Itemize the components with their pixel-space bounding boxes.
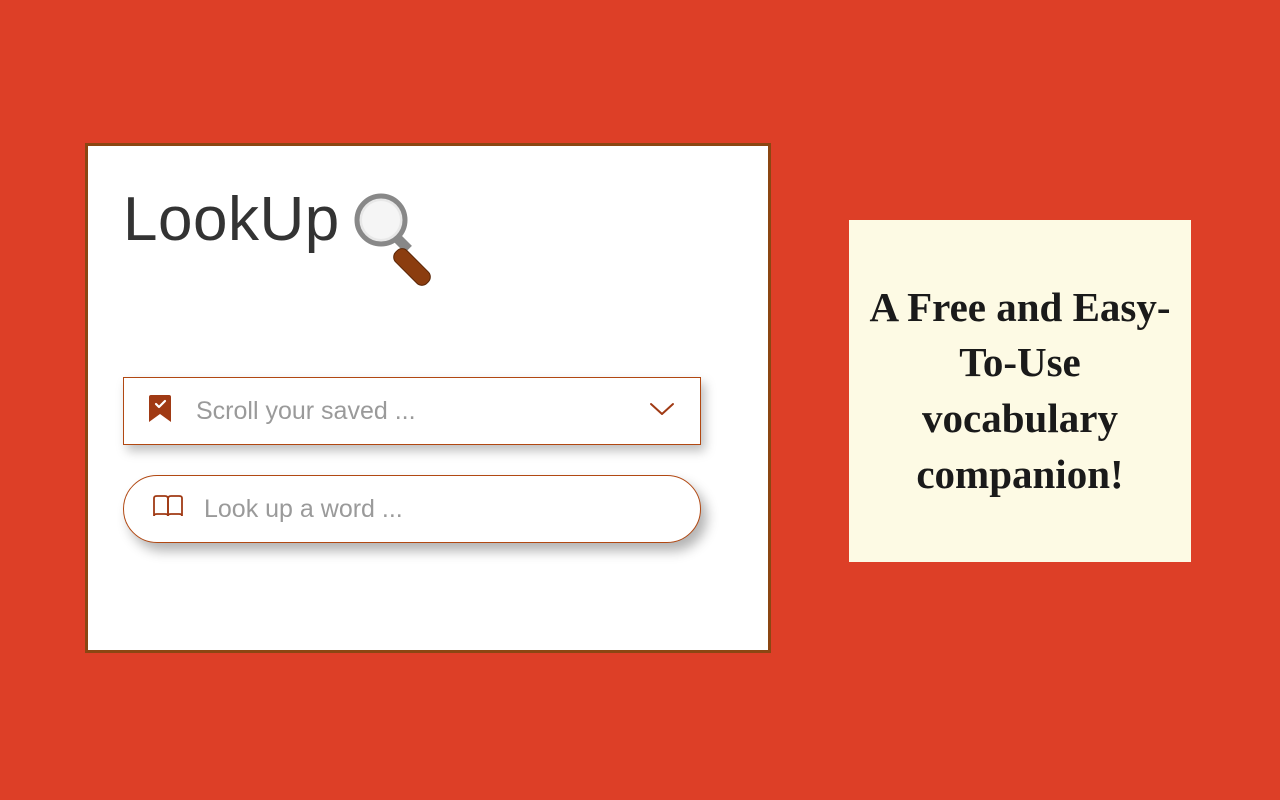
logo-row: LookUp: [123, 184, 733, 305]
app-card: LookUp Scroll your saved ...: [85, 143, 771, 653]
chevron-down-icon: [648, 400, 676, 423]
search-input[interactable]: [204, 495, 672, 524]
dropdown-placeholder: Scroll your saved ...: [196, 397, 648, 426]
saved-words-dropdown[interactable]: Scroll your saved ...: [123, 377, 701, 445]
app-title: LookUp: [123, 184, 340, 255]
promo-text: A Free and Easy-To-Use vocabulary compan…: [869, 280, 1171, 503]
search-input-container[interactable]: [123, 475, 701, 543]
promo-box: A Free and Easy-To-Use vocabulary compan…: [849, 220, 1191, 562]
magnifying-glass-icon: [344, 190, 444, 305]
bookmark-icon: [148, 394, 172, 429]
book-icon: [152, 494, 184, 525]
